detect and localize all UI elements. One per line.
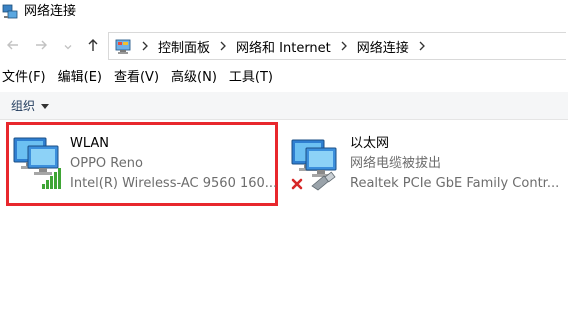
menu-edit[interactable]: 编辑(E) — [56, 66, 110, 90]
breadcrumb-network-and-internet[interactable]: 网络和 Internet — [236, 37, 331, 56]
arrow-left-icon — [6, 37, 20, 56]
menu-tools[interactable]: 工具(T) — [227, 66, 281, 90]
breadcrumb: 控制面板 网络和 Internet 网络连接 — [141, 33, 435, 59]
chevron-right-icon[interactable] — [141, 41, 149, 51]
window-title: 网络连接 — [24, 4, 77, 19]
organize-label: 组织 — [11, 99, 36, 113]
breadcrumb-control-panel[interactable]: 控制面板 — [158, 37, 210, 56]
menu-bar: 文件(F) 编辑(E) 查看(V) 高级(N) 工具(T) — [0, 66, 283, 90]
menu-view[interactable]: 查看(V) — [112, 66, 167, 90]
connection-name: 以太网 — [350, 136, 390, 151]
connection-device: Realtek PCIe GbE Family Contr... — [350, 176, 560, 191]
control-panel-icon — [114, 38, 132, 56]
chevron-right-icon[interactable] — [418, 41, 426, 51]
arrow-right-icon — [34, 37, 48, 56]
dropdown-arrow-icon — [41, 99, 50, 113]
connection-wlan[interactable]: WLAN OPPO Reno Intel(R) Wireless-AC 9560… — [6, 124, 280, 204]
chevron-right-icon[interactable] — [219, 41, 227, 51]
connection-status: OPPO Reno — [70, 156, 143, 171]
connection-name: WLAN — [70, 136, 110, 151]
organize-button[interactable]: 组织 — [11, 97, 50, 114]
forward-button[interactable] — [30, 32, 52, 60]
menu-file[interactable]: 文件(F) — [0, 66, 54, 90]
arrow-up-icon — [86, 37, 100, 56]
wireless-adapter-icon — [12, 134, 66, 190]
recent-locations-button[interactable] — [58, 32, 78, 60]
address-bar[interactable]: 控制面板 网络和 Internet 网络连接 — [108, 32, 566, 60]
menu-advanced[interactable]: 高级(N) — [169, 66, 225, 90]
chevron-down-icon — [63, 37, 73, 56]
connections-list: WLAN OPPO Reno Intel(R) Wireless-AC 9560… — [0, 120, 568, 310]
chevron-right-icon[interactable] — [340, 41, 348, 51]
back-button[interactable] — [2, 32, 24, 60]
breadcrumb-network-connections[interactable]: 网络连接 — [357, 37, 409, 56]
connection-status: 网络电缆被拔出 — [350, 156, 442, 171]
navigation-row: 控制面板 网络和 Internet 网络连接 — [0, 32, 568, 60]
connection-device: Intel(R) Wireless-AC 9560 160... — [70, 176, 278, 191]
connection-ethernet[interactable]: 以太网 网络电缆被拔出 Realtek PCIe GbE Family Cont… — [290, 132, 568, 204]
ethernet-adapter-disconnected-icon — [290, 136, 344, 192]
network-connections-icon — [2, 4, 18, 20]
command-bar: 组织 — [0, 92, 568, 120]
title-bar: 网络连接 — [0, 0, 568, 28]
up-button[interactable] — [82, 32, 104, 60]
